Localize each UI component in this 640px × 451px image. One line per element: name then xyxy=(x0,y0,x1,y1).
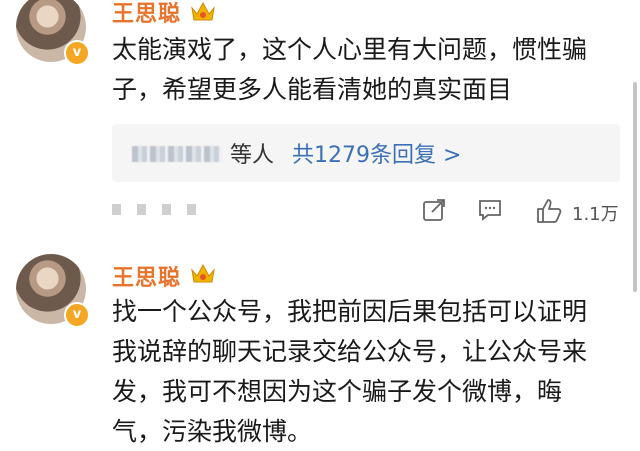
reply-suffix: 等人 xyxy=(230,143,275,168)
comment-item: v 王思聪 找一个公众号，我把前因后果包括可以证明 我说辞的聊天记录交给公众号，… xyxy=(0,250,640,448)
comment-line: 气，污染我微博。 xyxy=(112,417,313,446)
username[interactable]: 王思聪 xyxy=(112,0,181,28)
crown-icon xyxy=(191,1,215,21)
reply-summary[interactable]: 等人 共1279条回复 > xyxy=(112,124,620,182)
username[interactable]: 王思聪 xyxy=(112,260,181,292)
share-icon[interactable] xyxy=(422,198,446,222)
thumbs-up-icon[interactable] xyxy=(536,198,562,224)
comment-line: 发，我可不想因为这个骗子发个微博，晦 xyxy=(112,377,563,406)
comment-line: 太能演戏了，这个人心里有大问题，惯性骗 xyxy=(112,35,588,64)
verified-badge: v xyxy=(64,302,90,328)
verified-badge: v xyxy=(64,40,90,66)
scrollbar[interactable] xyxy=(633,82,637,292)
comment-line: 找一个公众号，我把前因后果包括可以证明 xyxy=(112,297,588,326)
comment-line: 子，希望更多人能看清她的真实面目 xyxy=(112,75,513,104)
like-count: 1.1万 xyxy=(572,204,619,225)
crown-icon xyxy=(191,263,215,283)
meta-info-blurred xyxy=(112,200,232,220)
comment-line: 我说辞的聊天记录交给公众号，让公众号来 xyxy=(112,337,588,366)
reply-count-link[interactable]: 共1279条回复 > xyxy=(292,137,461,169)
blurred-usernames xyxy=(132,146,222,162)
comment-icon[interactable] xyxy=(478,198,502,222)
comment-item: v 王思聪 太能演戏了，这个人心里有大问题，惯性骗 子，希望更多人能看清她的真实… xyxy=(0,0,640,240)
